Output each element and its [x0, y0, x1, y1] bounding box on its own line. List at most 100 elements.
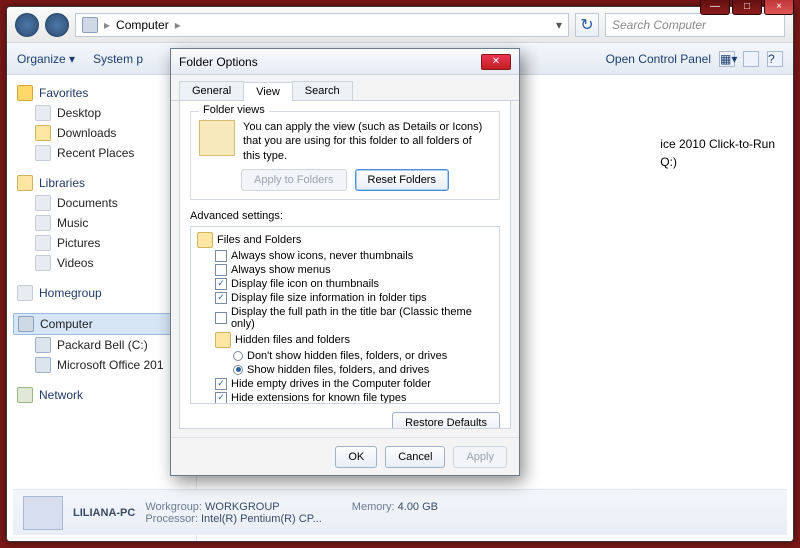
folder-icon [35, 125, 51, 141]
sidebar-item-drive-c[interactable]: Packard Bell (C:) [13, 335, 190, 355]
back-button[interactable] [15, 13, 39, 37]
sidebar-item-recent[interactable]: Recent Places [13, 143, 190, 163]
cancel-button[interactable]: Cancel [385, 446, 445, 468]
folder-views-icon [199, 120, 235, 156]
organize-menu[interactable]: Organize ▾ [17, 52, 75, 66]
apply-button: Apply [453, 446, 507, 468]
breadcrumb-sep: ▸ [175, 18, 181, 32]
opt-show-hidden[interactable]: Show hidden files, folders, and drives [193, 363, 497, 377]
preview-pane-button[interactable] [743, 51, 759, 67]
opt-hide-empty-drives[interactable]: ✓Hide empty drives in the Computer folde… [193, 377, 497, 391]
documents-icon [35, 195, 51, 211]
folder-views-legend: Folder views [199, 104, 269, 116]
folder-views-group: Folder views You can apply the view (suc… [190, 111, 500, 200]
videos-icon [35, 255, 51, 271]
network-icon [17, 387, 33, 403]
forward-button[interactable] [45, 13, 69, 37]
sidebar-item-office[interactable]: Microsoft Office 201 [13, 355, 190, 375]
folder-views-text: You can apply the view (such as Details … [243, 120, 491, 163]
checkbox[interactable]: ✓ [215, 392, 227, 404]
open-control-panel[interactable]: Open Control Panel [606, 52, 711, 66]
pictures-icon [35, 235, 51, 251]
folder-options-dialog: Folder Options ✕ General View Search Fol… [170, 48, 520, 476]
opt-file-size-tips[interactable]: ✓Display file size information in folder… [193, 291, 497, 305]
dialog-tabs: General View Search [171, 75, 519, 101]
computer-icon [18, 316, 34, 332]
sidebar-item-music[interactable]: Music [13, 213, 190, 233]
homegroup-header[interactable]: Homegroup [13, 283, 190, 303]
refresh-button[interactable]: ↻ [575, 13, 599, 37]
workgroup-value: WORKGROUP [205, 501, 280, 513]
minimize-button[interactable]: — [700, 0, 730, 15]
libraries-icon [17, 175, 33, 191]
advanced-settings-tree[interactable]: Files and Folders Always show icons, nev… [190, 226, 500, 404]
sidebar-item-pictures[interactable]: Pictures [13, 233, 190, 253]
navigation-pane: Favorites Desktop Downloads Recent Place… [7, 75, 197, 541]
checkbox[interactable]: ✓ [215, 292, 227, 304]
sidebar-item-documents[interactable]: Documents [13, 193, 190, 213]
tab-search[interactable]: Search [292, 81, 353, 100]
system-properties[interactable]: System p [93, 52, 143, 66]
sidebar-item-downloads[interactable]: Downloads [13, 123, 190, 143]
breadcrumb-root[interactable]: Computer [116, 18, 169, 32]
radio[interactable] [233, 351, 243, 361]
sidebar-item-videos[interactable]: Videos [13, 253, 190, 273]
network-header[interactable]: Network [13, 385, 190, 405]
breadcrumb-sep: ▸ [104, 18, 110, 32]
close-button[interactable]: × [764, 0, 794, 15]
opt-always-icons[interactable]: Always show icons, never thumbnails [193, 249, 497, 263]
details-pane: LILIANA-PC Workgroup: WORKGROUP Processo… [13, 489, 787, 535]
dialog-close-button[interactable]: ✕ [481, 54, 511, 70]
apply-to-folders-button: Apply to Folders [241, 169, 346, 191]
checkbox[interactable]: ✓ [215, 278, 227, 290]
tree-hidden-group: Hidden files and folders [193, 331, 497, 349]
advanced-settings-label: Advanced settings: [190, 210, 500, 222]
list-item[interactable]: ice 2010 Click-to-Run [660, 135, 775, 153]
opt-file-icon-thumb[interactable]: ✓Display file icon on thumbnails [193, 277, 497, 291]
opt-always-menus[interactable]: Always show menus [193, 263, 497, 277]
folder-icon [197, 232, 213, 248]
folder-icon [215, 332, 231, 348]
address-bar[interactable]: ▸ Computer ▸ ▾ [75, 13, 569, 37]
details-name: LILIANA-PC [73, 507, 135, 519]
memory-label: Memory: [352, 501, 395, 513]
processor-label: Processor: [145, 513, 198, 525]
checkbox[interactable] [215, 250, 227, 262]
recent-icon [35, 145, 51, 161]
computer-icon [23, 496, 63, 530]
tab-general[interactable]: General [179, 81, 244, 100]
list-item[interactable]: Q:) [660, 153, 775, 171]
music-icon [35, 215, 51, 231]
radio[interactable] [233, 365, 243, 375]
tree-root: Files and Folders [193, 231, 497, 249]
dialog-titlebar[interactable]: Folder Options ✕ [171, 49, 519, 75]
checkbox[interactable] [215, 312, 227, 324]
memory-value: 4.00 GB [398, 501, 438, 513]
view-options-button[interactable]: ▦▾ [719, 51, 735, 67]
help-button[interactable]: ? [767, 51, 783, 67]
workgroup-label: Workgroup: [145, 501, 202, 513]
nav-row: ▸ Computer ▸ ▾ ↻ Search Computer [7, 7, 793, 43]
computer-header[interactable]: Computer [13, 313, 190, 335]
desktop-icon [35, 105, 51, 121]
maximize-button[interactable]: □ [732, 0, 762, 15]
star-icon [17, 85, 33, 101]
dialog-title: Folder Options [179, 55, 258, 69]
reset-folders-button[interactable]: Reset Folders [355, 169, 449, 191]
address-dropdown[interactable]: ▾ [556, 18, 562, 32]
opt-hide-extensions[interactable]: ✓Hide extensions for known file types [193, 391, 497, 404]
favorites-header[interactable]: Favorites [13, 83, 190, 103]
libraries-header[interactable]: Libraries [13, 173, 190, 193]
opt-full-path-title[interactable]: Display the full path in the title bar (… [193, 305, 497, 331]
processor-value: Intel(R) Pentium(R) CP... [201, 513, 322, 525]
tab-view[interactable]: View [243, 82, 293, 101]
homegroup-icon [17, 285, 33, 301]
ok-button[interactable]: OK [335, 446, 377, 468]
checkbox[interactable] [215, 264, 227, 276]
checkbox[interactable]: ✓ [215, 378, 227, 390]
drive-icon [35, 357, 51, 373]
sidebar-item-desktop[interactable]: Desktop [13, 103, 190, 123]
opt-dont-show-hidden[interactable]: Don't show hidden files, folders, or dri… [193, 349, 497, 363]
restore-defaults-button[interactable]: Restore Defaults [392, 412, 500, 429]
drive-icon [35, 337, 51, 353]
